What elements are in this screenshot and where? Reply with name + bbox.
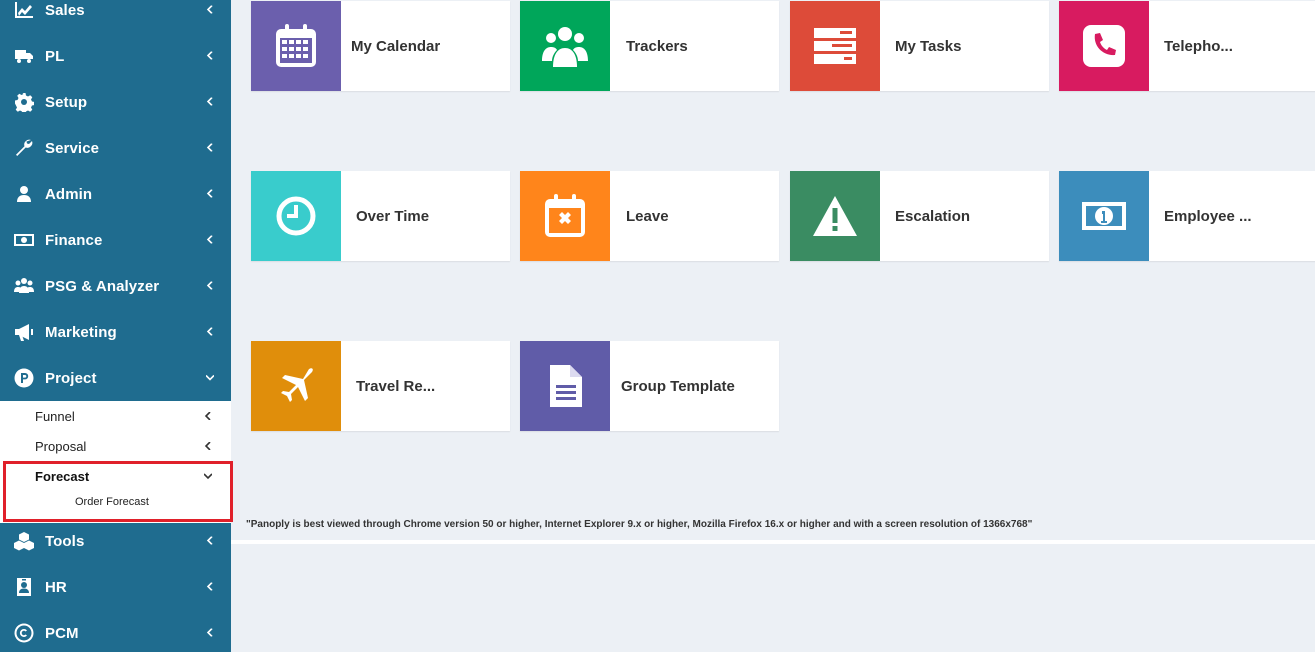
- chevron-left-icon: [205, 235, 215, 245]
- tile-label: Leave: [626, 207, 669, 225]
- sidebar-item-label: Sales: [45, 1, 85, 19]
- chevron-left-icon: [205, 536, 215, 546]
- chevron-left-icon: [205, 582, 215, 592]
- chevron-down-icon: [203, 471, 213, 481]
- sidebar-item-setup[interactable]: Setup: [0, 79, 231, 125]
- tile-label: My Calendar: [351, 37, 441, 55]
- sidebar-item-project[interactable]: Project: [0, 355, 231, 401]
- tile-trackers[interactable]: Trackers: [520, 1, 779, 91]
- tile-employee[interactable]: Employee ...: [1059, 171, 1315, 261]
- sidebar-item-service[interactable]: Service: [0, 125, 231, 171]
- sidebar-item-sales[interactable]: Sales: [0, 0, 231, 33]
- truck-icon: [13, 45, 35, 67]
- chart-line-icon: [13, 0, 35, 21]
- tile-escalation[interactable]: Escalation: [790, 171, 1049, 261]
- tile-over-time[interactable]: Over Time: [251, 171, 510, 261]
- chevron-left-icon: [205, 97, 215, 107]
- tile-label: My Tasks: [895, 37, 962, 55]
- calendar-icon: [251, 1, 341, 91]
- copyright-icon: [13, 622, 35, 644]
- tile-leave[interactable]: Leave: [520, 171, 779, 261]
- id-badge-icon: [13, 576, 35, 598]
- chevron-left-icon: [203, 441, 213, 451]
- money-bill-icon: [1059, 171, 1149, 261]
- megaphone-icon: [13, 321, 35, 343]
- tile-travel-request[interactable]: Travel Re...: [251, 341, 510, 431]
- user-icon: [13, 183, 35, 205]
- tile-label: Telepho...: [1164, 37, 1233, 55]
- plane-icon: [251, 341, 341, 431]
- submenu-item-label: Forecast: [35, 468, 90, 484]
- tasks-icon: [790, 1, 880, 91]
- users-group-icon: [520, 1, 610, 91]
- sidebar-item-label: Service: [45, 139, 100, 157]
- content-divider: [231, 540, 1315, 544]
- tile-label: Over Time: [356, 207, 430, 225]
- sidebar-item-label: PL: [45, 47, 65, 65]
- sidebar-item-label: Tools: [45, 532, 85, 550]
- money-icon: [13, 229, 35, 251]
- users-icon: [13, 275, 35, 297]
- tile-group-template[interactable]: Group Template: [520, 341, 779, 431]
- submenu-item-proposal[interactable]: Proposal: [0, 431, 231, 461]
- clock-icon: [251, 171, 341, 261]
- chevron-left-icon: [205, 281, 215, 291]
- chevron-left-icon: [205, 327, 215, 337]
- submenu-item-label: Proposal: [35, 438, 87, 454]
- phone-icon: [1059, 1, 1149, 91]
- wrench-icon: [13, 137, 35, 159]
- sidebar-item-finance[interactable]: Finance: [0, 217, 231, 263]
- chevron-left-icon: [203, 411, 213, 421]
- sidebar-item-label: PSG & Analyzer: [45, 277, 160, 295]
- warning-icon: [790, 171, 880, 261]
- tile-label: Employee ...: [1164, 207, 1252, 225]
- sidebar-item-label: Setup: [45, 93, 88, 111]
- tile-telephone[interactable]: Telepho...: [1059, 1, 1315, 91]
- chevron-down-icon: [205, 373, 215, 383]
- chevron-left-icon: [205, 143, 215, 153]
- sidebar-item-hr[interactable]: HR: [0, 564, 231, 610]
- submenu-item-funnel[interactable]: Funnel: [0, 401, 231, 431]
- chevron-left-icon: [205, 628, 215, 638]
- tile-my-calendar[interactable]: My Calendar: [251, 1, 510, 91]
- tile-label: Escalation: [895, 207, 971, 225]
- tile-my-tasks[interactable]: My Tasks: [790, 1, 1049, 91]
- chevron-left-icon: [205, 189, 215, 199]
- sidebar-item-label: Admin: [45, 185, 93, 203]
- sidebar-item-label: HR: [45, 578, 67, 596]
- submenu-item-label: Funnel: [35, 408, 75, 424]
- sidebar-item-label: Marketing: [45, 323, 117, 341]
- sidebar-item-marketing[interactable]: Marketing: [0, 309, 231, 355]
- submenu-item-order-forecast[interactable]: Order Forecast: [75, 496, 149, 508]
- browser-support-notice: "Panoply is best viewed through Chrome v…: [246, 519, 1033, 530]
- chevron-left-icon: [205, 5, 215, 15]
- sidebar-item-label: Project: [45, 369, 97, 387]
- p-circle-icon: [13, 367, 35, 389]
- calendar-x-icon: [520, 171, 610, 261]
- sidebar-item-tools[interactable]: Tools: [0, 518, 231, 564]
- sidebar-item-admin[interactable]: Admin: [0, 171, 231, 217]
- cubes-icon: [13, 530, 35, 552]
- document-icon: [520, 341, 610, 431]
- sidebar-item-psg-analyzer[interactable]: PSG & Analyzer: [0, 263, 231, 309]
- sidebar-item-pl[interactable]: PL: [0, 33, 231, 79]
- sidebar: Sales PL Setup Service Admin Finance PSG…: [0, 0, 231, 652]
- sidebar-item-label: Finance: [45, 231, 103, 249]
- tile-label: Trackers: [626, 37, 688, 55]
- tile-label: Group Template: [621, 377, 735, 395]
- gear-icon: [13, 91, 35, 113]
- tile-label: Travel Re...: [356, 377, 436, 395]
- sidebar-item-label: PCM: [45, 624, 79, 642]
- submenu-item-forecast[interactable]: Forecast: [0, 461, 231, 491]
- sidebar-item-pcm[interactable]: PCM: [0, 610, 231, 652]
- chevron-left-icon: [205, 51, 215, 61]
